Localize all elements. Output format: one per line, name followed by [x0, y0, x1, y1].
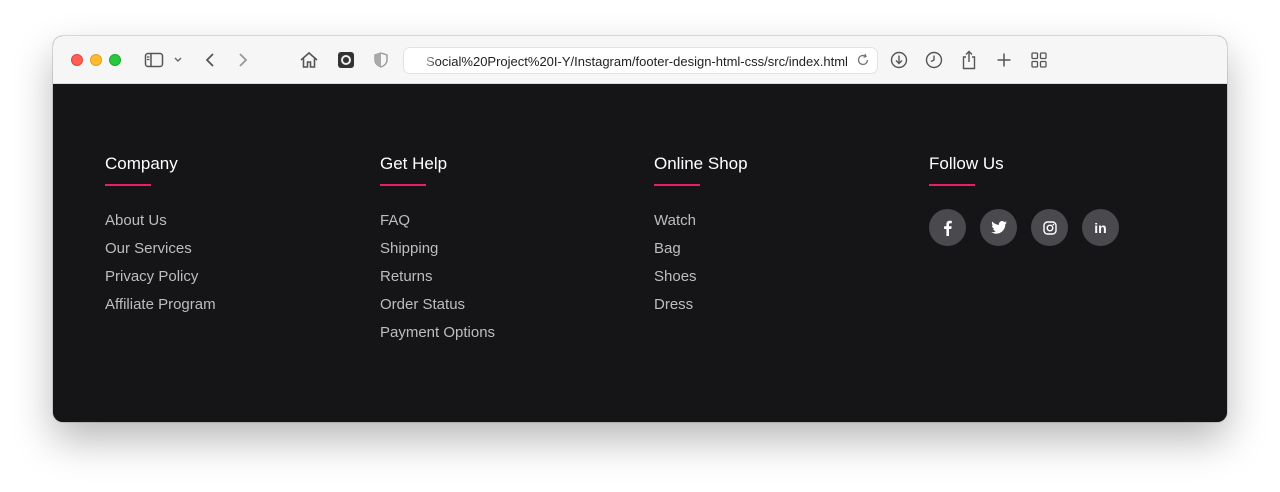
title-underline [654, 184, 700, 186]
footer: Company About Us Our Services Privacy Po… [53, 84, 1227, 422]
footer-column-get-help: Get Help FAQ Shipping Returns Order Stat… [380, 153, 495, 354]
column-title: Online Shop [654, 154, 748, 173]
minimize-window-button[interactable] [90, 54, 102, 66]
sidebar-toggle-icon[interactable] [143, 48, 165, 72]
title-underline [380, 184, 426, 186]
extension-icon[interactable] [335, 48, 357, 72]
footer-link[interactable]: Affiliate Program [105, 294, 216, 326]
footer-column-company: Company About Us Our Services Privacy Po… [105, 153, 216, 326]
new-tab-plus-icon[interactable] [994, 48, 1014, 72]
link-list: FAQ Shipping Returns Order Status Paymen… [380, 210, 495, 354]
column-title: Follow Us [929, 154, 1004, 173]
instagram-icon[interactable] [1031, 209, 1068, 246]
home-icon[interactable] [298, 48, 320, 72]
column-title: Company [105, 154, 178, 173]
browser-window: Social%20Project%20I-Y/Instagram/footer-… [53, 36, 1227, 422]
chevron-down-icon[interactable] [172, 48, 184, 72]
history-clock-icon[interactable] [924, 48, 944, 72]
facebook-icon[interactable] [929, 209, 966, 246]
zoom-window-button[interactable] [109, 54, 121, 66]
column-title: Get Help [380, 154, 448, 173]
privacy-shield-icon[interactable] [371, 48, 391, 72]
browser-toolbar: Social%20Project%20I-Y/Instagram/footer-… [53, 36, 1227, 84]
footer-link[interactable]: Payment Options [380, 322, 495, 354]
url-text: Social%20Project%20I-Y/Instagram/footer-… [426, 54, 848, 69]
close-window-button[interactable] [71, 54, 83, 66]
title-underline [105, 184, 151, 186]
share-icon[interactable] [959, 48, 979, 72]
twitter-icon[interactable] [980, 209, 1017, 246]
link-list: About Us Our Services Privacy Policy Aff… [105, 210, 216, 326]
reload-icon[interactable] [856, 53, 872, 69]
title-underline [929, 184, 975, 186]
back-icon[interactable] [201, 48, 219, 72]
social-links: in [929, 209, 1119, 246]
forward-icon[interactable] [234, 48, 252, 72]
tab-overview-icon[interactable] [1029, 48, 1049, 72]
address-bar[interactable]: Social%20Project%20I-Y/Instagram/footer-… [403, 47, 878, 74]
linkedin-icon[interactable]: in [1082, 209, 1119, 246]
footer-link[interactable]: Dress [654, 294, 748, 326]
downloads-icon[interactable] [889, 48, 909, 72]
footer-column-online-shop: Online Shop Watch Bag Shoes Dress [654, 153, 748, 326]
footer-column-follow-us: Follow Us in [929, 153, 1119, 246]
link-list: Watch Bag Shoes Dress [654, 210, 748, 326]
